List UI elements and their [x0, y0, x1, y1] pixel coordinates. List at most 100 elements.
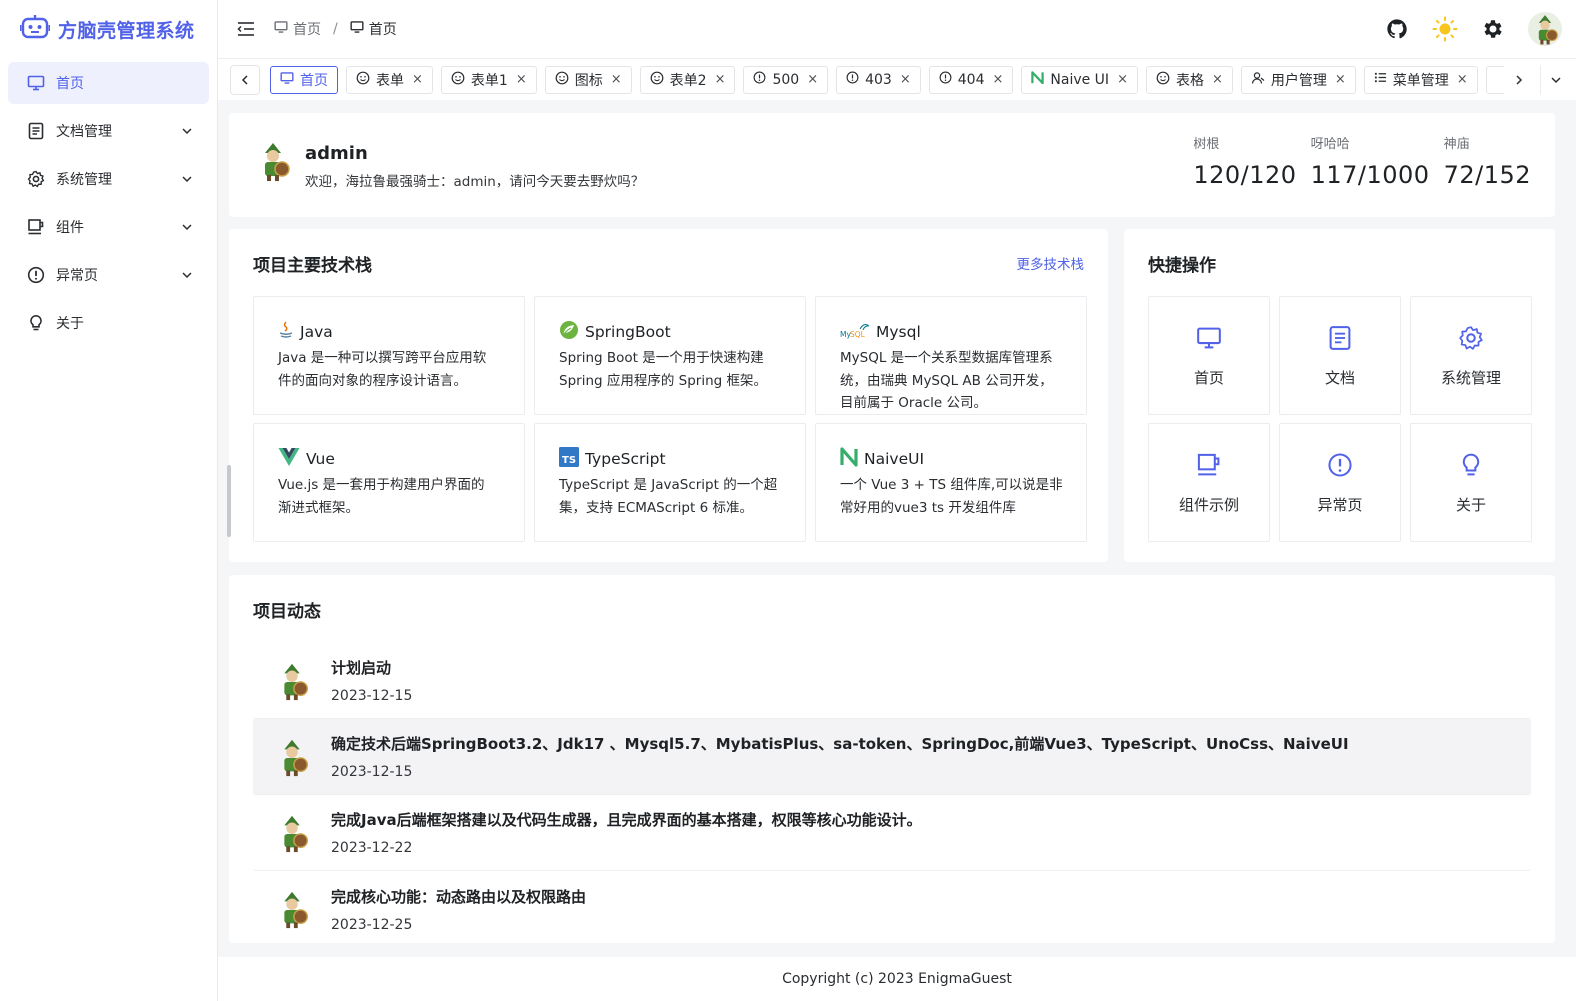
user-stats: 树根 120/120 呀哈哈 117/1000 神庙 72/152 — [1193, 133, 1531, 189]
sidebar-item-docs[interactable]: 文档管理 — [8, 110, 209, 152]
tab-strip: 首页 表单 × 表单1 × 图标 × 表单2 × 500 × 403 × 404… — [260, 59, 1504, 101]
close-icon[interactable]: × — [1457, 72, 1468, 87]
close-icon[interactable]: × — [611, 72, 622, 87]
close-icon[interactable]: × — [1335, 72, 1346, 87]
breadcrumb-label: 首页 — [293, 22, 321, 38]
quick-item-home[interactable]: 首页 — [1148, 296, 1270, 415]
menu-collapse-icon[interactable] — [236, 19, 256, 39]
close-icon[interactable]: × — [516, 72, 527, 87]
close-icon[interactable]: × — [1212, 72, 1223, 87]
stat-item: 树根 120/120 — [1193, 133, 1296, 189]
tab-label: 菜单管理 — [1392, 72, 1449, 89]
tab-form[interactable]: 表单 × — [346, 65, 433, 94]
tab-table[interactable]: 表格 × — [1145, 65, 1233, 94]
tabs-scroll-left-button[interactable] — [230, 64, 260, 95]
alert-circle-icon — [1327, 452, 1353, 482]
tabs-bar: 首页 表单 × 表单1 × 图标 × 表单2 × 500 × 403 × 404… — [218, 58, 1576, 100]
alert-circle-icon — [26, 265, 46, 285]
close-icon[interactable]: × — [412, 72, 423, 87]
breadcrumb-item[interactable]: 首页 — [274, 19, 321, 39]
quick-item-components[interactable]: 组件示例 — [1148, 423, 1270, 542]
quick-item-about[interactable]: 关于 — [1410, 423, 1532, 542]
avatar — [271, 735, 313, 778]
sidebar-item-about[interactable]: 关于 — [8, 302, 209, 344]
close-icon[interactable]: × — [992, 72, 1003, 87]
sidebar-item-exception[interactable]: 异常页 — [8, 254, 209, 296]
tech-item-mysql[interactable]: My SQL Mysql MySQL 是一个关系型数据库管理系 统，由瑞典 MyS… — [815, 296, 1087, 415]
settings-gear-icon[interactable] — [1480, 16, 1506, 42]
more-tech-link[interactable]: 更多技术栈 — [1017, 253, 1085, 273]
quick-item-system[interactable]: 系统管理 — [1410, 296, 1532, 415]
sidebar-item-system[interactable]: 系统管理 — [8, 158, 209, 200]
tab-user-management[interactable]: 用户管理 × — [1240, 65, 1356, 94]
tech-description-line: Spring Boot 是一个用于快速构建 — [559, 350, 764, 366]
list-item[interactable]: 完成核心功能：动态路由以及权限路由 2023-12-25 — [253, 871, 1531, 947]
breadcrumb-item-current[interactable]: 首页 — [350, 19, 397, 39]
tab-404[interactable]: 404 × — [928, 65, 1014, 94]
tabs-scroll-right-button[interactable] — [1504, 65, 1534, 95]
dynamic-title: 计划启动 — [331, 659, 392, 677]
sidebar-item-components[interactable]: 组件 — [8, 206, 209, 248]
tab-form2[interactable]: 表单2 × — [639, 65, 736, 94]
tech-description: Vue.js 是一套用于构建用户界面的 渐进式框架。 — [278, 474, 502, 519]
vue-icon — [278, 447, 300, 471]
tech-description: Java 是一种可以撰写跨平台应用软 件的面向对象的程序设计语言。 — [278, 347, 502, 392]
monitor-icon — [1196, 325, 1222, 355]
quick-item-docs[interactable]: 文档 — [1279, 296, 1401, 415]
top-header: 首页 / 首页 — [218, 0, 1576, 58]
scrollbar-thumb[interactable] — [227, 465, 231, 537]
tab-500[interactable]: 500 × — [743, 65, 829, 94]
tech-item-typescript[interactable]: TS TypeScript TypeScript 是 JavaScript 的一… — [534, 423, 806, 542]
tab-naive-ui[interactable]: Naive UI × — [1021, 65, 1138, 94]
stat-value: 120/120 — [1193, 161, 1297, 189]
monitor-icon — [280, 71, 294, 89]
close-icon[interactable]: × — [900, 72, 911, 87]
github-icon[interactable] — [1384, 16, 1410, 42]
tabs-dropdown-button[interactable] — [1540, 64, 1570, 95]
tab-icons[interactable]: 图标 × — [544, 65, 632, 94]
list-icon — [1374, 71, 1387, 88]
tab-menu-management[interactable]: 菜单管理 × — [1363, 65, 1478, 94]
stat-label: 神庙 — [1443, 137, 1470, 152]
tech-item-java[interactable]: Java Java 是一种可以撰写跨平台应用软 件的面向对象的程序设计语言。 — [253, 296, 525, 415]
tech-item-naiveui[interactable]: NaiveUI 一个 Vue 3 + TS 组件库,可以说是非 常好用的vue3… — [815, 423, 1087, 542]
close-icon[interactable]: × — [715, 72, 726, 87]
user-avatar[interactable] — [1528, 12, 1562, 46]
tech-item-vue[interactable]: Vue Vue.js 是一套用于构建用户界面的 渐进式框架。 — [253, 423, 525, 542]
quick-grid: 首页 文档 系统管理 组件示例 异常页 关于 — [1148, 296, 1532, 542]
close-icon[interactable]: × — [1117, 72, 1128, 87]
users-icon — [1251, 71, 1265, 89]
dynamic-date: 2023-12-15 — [331, 764, 413, 780]
logo[interactable]: 方脑壳管理系统 — [0, 0, 217, 58]
quick-item-exception[interactable]: 异常页 — [1279, 423, 1401, 542]
dynamic-date: 2023-12-25 — [331, 916, 413, 933]
list-item[interactable]: 确定技术后端SpringBoot3.2、Jdk17 、Mysql5.7、Myba… — [253, 719, 1531, 795]
list-item[interactable]: 计划启动 2023-12-15 — [253, 643, 1531, 719]
smile-icon — [555, 71, 569, 89]
naive-logo-icon — [840, 447, 858, 471]
tab-label: 首页 — [300, 72, 328, 89]
avatar — [271, 659, 313, 702]
smile-icon — [650, 71, 664, 89]
sidebar-item-home[interactable]: 首页 — [8, 62, 209, 104]
tab-403[interactable]: 403 × — [836, 65, 921, 94]
close-icon[interactable]: × — [807, 72, 818, 87]
mysql-icon: My SQL — [840, 320, 870, 344]
tech-name: Java — [300, 323, 333, 341]
tab-label: 表单1 — [470, 72, 508, 89]
tech-description-line: Java 是一种可以撰写跨平台应用软 — [278, 350, 487, 366]
tech-item-springboot[interactable]: SpringBoot Spring Boot 是一个用于快速构建 Spring … — [534, 296, 806, 415]
welcome-card: admin 欢迎，海拉鲁最强骑士：admin，请问今天要去野炊吗？ 树根 120… — [229, 113, 1555, 217]
list-item[interactable]: 完成Java后端框架搭建以及代码生成器，且完成界面的基本搭建，权限等核心功能设计… — [253, 795, 1531, 871]
tab-label: 403 — [865, 71, 892, 88]
tab-overflow-partial[interactable] — [1485, 65, 1504, 94]
tech-name: NaiveUI — [864, 450, 925, 468]
tab-label: 404 — [957, 71, 985, 88]
tech-description: MySQL 是一个关系型数据库管理系 统，由瑞典 MySQL AB 公司开发， … — [840, 347, 1064, 415]
dynamic-title: 完成核心功能：动态路由以及权限路由 — [331, 887, 587, 906]
tab-form1[interactable]: 表单1 × — [440, 65, 537, 94]
quick-item-label: 异常页 — [1317, 496, 1363, 514]
tab-home[interactable]: 首页 — [270, 65, 338, 94]
sun-icon[interactable] — [1432, 16, 1458, 42]
tech-description-line: Spring 应用程序的 Spring 框架。 — [559, 372, 768, 389]
